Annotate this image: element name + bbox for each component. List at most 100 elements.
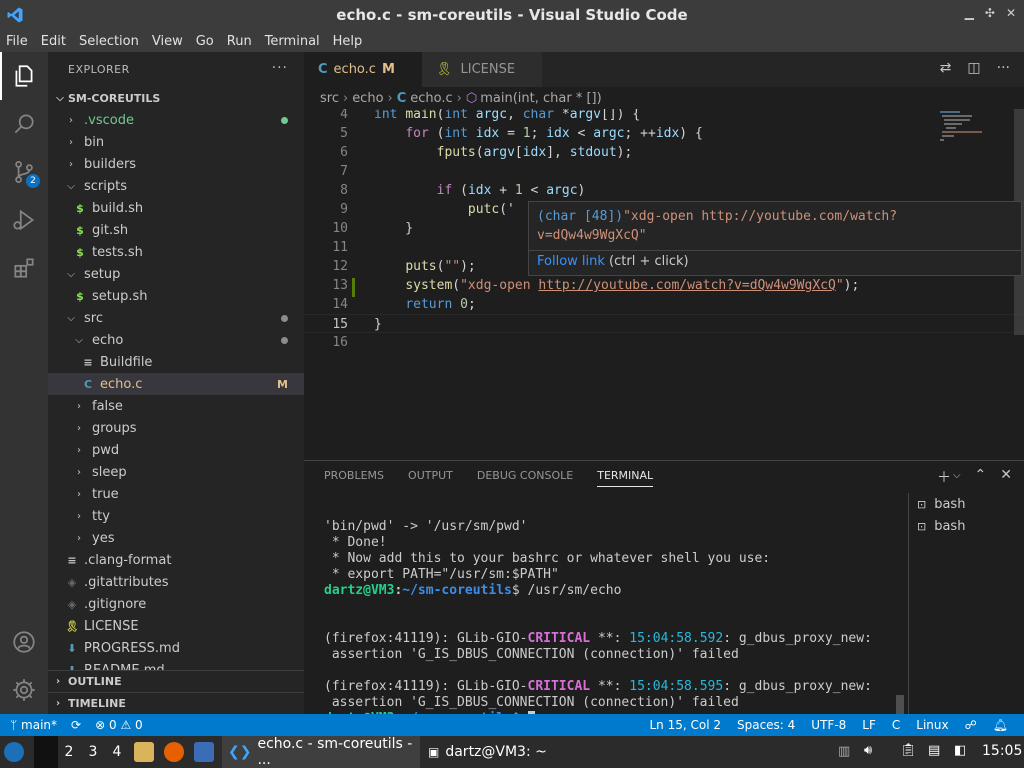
code-editor[interactable]: 4 int main(int argc, char *argv[]) {5 for… [304,109,1024,460]
chevron-down-icon[interactable]: ⌵ [953,470,961,487]
tree-folder-vscode[interactable]: › .vscode [48,109,304,131]
tab-echo-c[interactable]: C echo.c M [304,52,422,87]
tree-item-label: .gitignore [84,596,147,612]
tree-folder-setup[interactable]: ⌵ setup [48,263,304,285]
tree-folder-echo[interactable]: ⌵ echo [48,329,304,351]
tab-output[interactable]: OUTPUT [408,469,453,487]
tree-file-Buildfile[interactable]: ≡ Buildfile [48,351,304,373]
branch-status[interactable]: ᛘ main* [10,718,57,732]
menu-view[interactable]: View [152,34,183,49]
more-actions-icon[interactable]: ··· [997,60,1010,76]
tree-folder-true[interactable]: › true [48,483,304,505]
tree-folder-bin[interactable]: › bin [48,131,304,153]
breadcrumb-item-echo[interactable]: echo [352,91,383,106]
extensions-icon[interactable] [0,244,48,292]
follow-link[interactable]: Follow link [537,254,605,269]
search-icon[interactable] [0,100,48,148]
feedback-icon[interactable]: ☍ [965,718,977,732]
trash-icon[interactable]: ▥ [838,744,850,759]
tree-folder-groups[interactable]: › groups [48,417,304,439]
tree-file-clangformat[interactable]: ≡ .clang-format [48,549,304,571]
accounts-icon[interactable] [0,618,48,666]
encoding-status[interactable]: UTF-8 [811,718,846,732]
display-icon[interactable]: ◧ [954,743,966,758]
tree-file-gitsh[interactable]: $ git.sh [48,219,304,241]
workspace-root[interactable]: ⌵ SM-COREUTILS [48,87,304,109]
tree-folder-pwd[interactable]: › pwd [48,439,304,461]
tree-folder-yes[interactable]: › yes [48,527,304,549]
volume-icon[interactable]: 🔊︎ [864,743,872,758]
timeline-section[interactable]: › TIMELINE [48,692,304,714]
indentation-status[interactable]: Spaces: 4 [737,718,795,732]
tree-file-LICENSE[interactable]: 🎗 LICENSE [48,615,304,637]
menu-file[interactable]: File [6,34,28,49]
terminal-item-bash-2[interactable]: ⊡ bash [909,515,1024,537]
minimize-icon[interactable]: ▁ [965,6,974,20]
tree-file-setupsh[interactable]: $ setup.sh [48,285,304,307]
task-terminal[interactable]: ▣ dartz@VM3: ~ [422,736,592,768]
clipboard-icon[interactable]: 📋︎ [900,743,917,758]
tree-file-gitattributes[interactable]: ◈ .gitattributes [48,571,304,593]
tree-folder-scripts[interactable]: ⌵ scripts [48,175,304,197]
hover-value-line2: v=dQw4w9WgXcQ" [537,228,647,243]
eol-status[interactable]: LF [862,718,876,732]
menu-selection[interactable]: Selection [79,34,139,49]
tree-file-buildsh[interactable]: $ build.sh [48,197,304,219]
problems-status[interactable]: ⊗ 0 ⚠ 0 [95,718,143,732]
compare-changes-icon[interactable]: ⇄ [940,60,952,76]
language-status[interactable]: C [892,718,900,732]
new-terminal-icon[interactable]: ＋ [937,467,951,487]
terminal-output[interactable]: 'bin/pwd' -> '/usr/sm/pwd' * Done! * Now… [324,503,894,726]
tree-folder-tty[interactable]: › tty [48,505,304,527]
close-icon[interactable]: ✕ [1006,6,1016,20]
menu-edit[interactable]: Edit [41,34,66,49]
tab-terminal[interactable]: TERMINAL [597,469,654,487]
source-control-icon[interactable]: 2 [0,148,48,196]
terminal-scrollbar[interactable] [896,695,904,715]
workspace-3[interactable]: 3 [82,736,104,768]
tree-folder-false[interactable]: › false [48,395,304,417]
menu-run[interactable]: Run [227,34,252,49]
terminal-item-bash-1[interactable]: ⊡ bash [909,493,1024,515]
tree-file-testssh[interactable]: $ tests.sh [48,241,304,263]
more-actions-icon[interactable]: ··· [272,60,288,76]
firefox-icon[interactable] [164,742,184,762]
settings-gear-icon[interactable] [0,666,48,714]
tree-folder-builders[interactable]: › builders [48,153,304,175]
start-menu-icon[interactable] [4,742,24,762]
cursor-position[interactable]: Ln 15, Col 2 [649,718,721,732]
tree-file-gitignore[interactable]: ◈ .gitignore [48,593,304,615]
menu-go[interactable]: Go [196,34,214,49]
breadcrumb-item-src[interactable]: src [320,91,339,106]
tree-item-label: echo [92,332,124,348]
notifications-bell-icon[interactable]: 🔔︎ [993,718,1008,732]
tree-file-echoc[interactable]: Cecho.c M [48,373,304,395]
desktop-icon[interactable] [194,742,214,762]
explorer-icon[interactable] [0,52,48,100]
tree-folder-sleep[interactable]: › sleep [48,461,304,483]
close-panel-icon[interactable]: ✕ [1000,467,1012,487]
tab-license[interactable]: 🎗 LICENSE [422,52,542,87]
tree-file-PROGRESSmd[interactable]: ⬇ PROGRESS.md [48,637,304,659]
workspace-1[interactable] [34,736,58,768]
run-debug-icon[interactable] [0,196,48,244]
split-editor-icon[interactable]: ◫ [967,60,980,76]
minimap[interactable] [940,109,1010,149]
workspace-4[interactable]: 4 [106,736,128,768]
tab-problems[interactable]: PROBLEMS [324,469,384,487]
task-vscode[interactable]: ❮❯ echo.c - sm-coreutils - ... [222,736,420,768]
menu-terminal[interactable]: Terminal [265,34,320,49]
sync-icon[interactable]: ⟳ [71,718,81,732]
os-status[interactable]: Linux [916,718,948,732]
tab-debug-console[interactable]: DEBUG CONSOLE [477,469,573,487]
maximize-icon[interactable]: ✣ [985,6,995,20]
breadcrumb-item-symbol[interactable]: main(int, char * []) [480,91,601,106]
menu-help[interactable]: Help [333,34,363,49]
maximize-panel-icon[interactable]: ⌃ [975,467,987,487]
workspace-2[interactable]: 2 [58,736,80,768]
network-icon[interactable]: ▤ [928,743,940,758]
breadcrumb-item-file[interactable]: echo.c [410,91,452,106]
outline-section[interactable]: › OUTLINE [48,670,304,692]
tree-folder-src[interactable]: ⌵ src [48,307,304,329]
file-manager-icon[interactable] [134,742,154,762]
